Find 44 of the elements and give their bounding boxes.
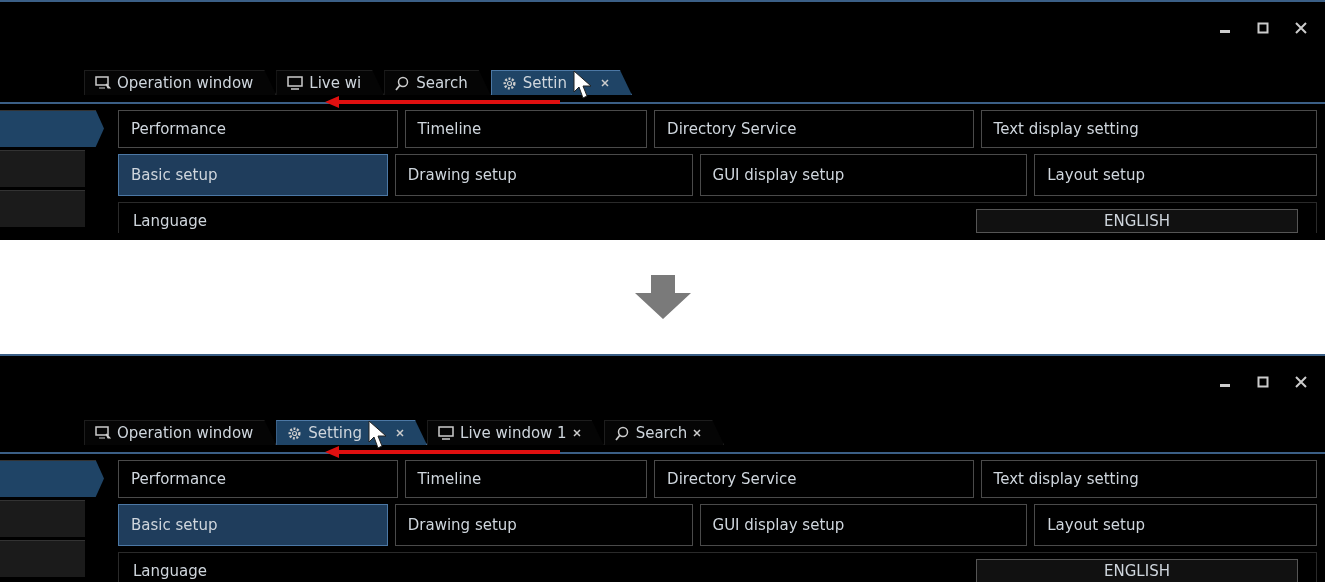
down-arrow-icon (634, 275, 691, 319)
monitor-icon (438, 426, 455, 440)
field-label: Language (133, 562, 208, 580)
settings-icon (501, 75, 517, 91)
monitor-cursor-icon (95, 426, 111, 440)
tab[interactable]: Live wi (276, 70, 385, 95)
close-icon[interactable] (693, 429, 702, 437)
menu-button[interactable]: Layout setup (1034, 154, 1317, 196)
language-dropdown[interactable]: ENGLISH (976, 559, 1298, 582)
tab[interactable]: Search (384, 70, 491, 95)
field-label: Language (133, 212, 208, 230)
settings-icon (287, 425, 303, 441)
tab[interactable]: Setting (276, 420, 428, 445)
monitor-icon (287, 76, 304, 90)
menu-button[interactable]: Drawing setup (394, 154, 693, 196)
tab[interactable]: Live window 1 (427, 420, 604, 445)
search-icon (614, 425, 630, 441)
menu-button[interactable]: Directory Service (654, 460, 974, 498)
close-icon[interactable] (396, 429, 405, 437)
menu-button[interactable]: Layout setup (1034, 504, 1317, 546)
menu-button[interactable]: Basic setup (118, 154, 388, 196)
language-dropdown[interactable]: ENGLISH (976, 209, 1298, 233)
menu-button[interactable]: GUI display setup (699, 154, 1028, 196)
menu-button[interactable]: Text display setting (980, 110, 1317, 148)
menu-button[interactable]: Performance (118, 110, 398, 148)
menu-button[interactable]: Timeline (404, 110, 648, 148)
close-icon[interactable] (600, 79, 609, 87)
menu-button[interactable]: GUI display setup (699, 504, 1028, 546)
maximize-icon[interactable] (1257, 376, 1269, 388)
monitor-cursor-icon (95, 76, 111, 90)
tab[interactable]: Search (603, 420, 725, 445)
menu-button[interactable]: Timeline (404, 460, 648, 498)
close-icon[interactable] (572, 429, 581, 437)
menu-button[interactable]: Performance (118, 460, 398, 498)
maximize-icon[interactable] (1257, 22, 1269, 34)
tab[interactable]: Operation window (84, 420, 277, 445)
close-icon[interactable] (1295, 22, 1307, 34)
menu-button[interactable]: Directory Service (654, 110, 974, 148)
menu-button[interactable]: Drawing setup (394, 504, 693, 546)
search-icon (395, 75, 411, 91)
close-icon[interactable] (1295, 376, 1307, 388)
menu-button[interactable]: Text display setting (980, 460, 1317, 498)
tab[interactable]: Operation window (84, 70, 277, 95)
menu-button[interactable]: Basic setup (118, 504, 388, 546)
